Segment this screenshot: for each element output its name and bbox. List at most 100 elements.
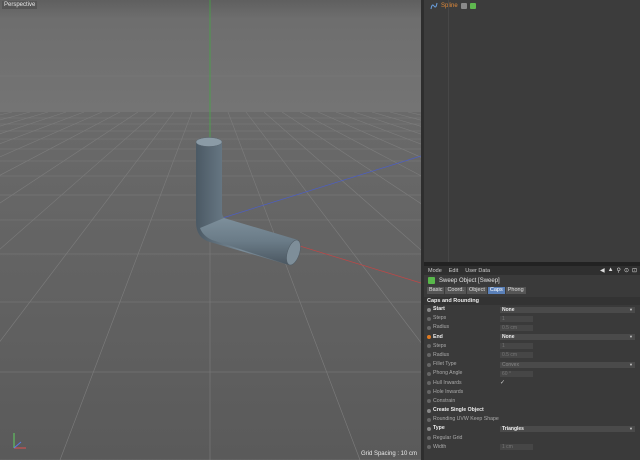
param-row: Steps 1 [424, 314, 640, 323]
tab-caps[interactable]: Caps [487, 287, 505, 294]
param-value: 1 [502, 315, 505, 322]
param-value: Convex [502, 361, 519, 368]
param-label: Regular Grid [433, 434, 463, 441]
param-dropdown[interactable]: None ▼ [500, 306, 635, 313]
param-label: Radius [433, 351, 450, 358]
param-row: Hole Inwards [424, 388, 640, 397]
param-label: Start [433, 306, 445, 312]
param-dropdown[interactable]: Convex ▼ [500, 361, 635, 368]
animate-dot-icon[interactable] [427, 335, 431, 340]
param-row: End None ▼ [424, 333, 640, 342]
section-caps-and-rounding: Caps and Rounding [424, 297, 640, 305]
viewport-scene [0, 0, 421, 460]
param-value: Triangles [502, 425, 524, 432]
param-row: Create Single Object [424, 406, 640, 415]
param-label: Rounding UVW Keep Shape [433, 416, 499, 423]
param-row: Rounding UVW Keep Shape [424, 415, 640, 424]
param-value: 1 cm [502, 444, 513, 451]
param-label: Type [433, 425, 445, 432]
attribute-tools: ◀ ▲ ⚲ ⊙ ⊡ [600, 267, 637, 274]
animate-dot-icon[interactable] [427, 445, 431, 450]
menu-user-data[interactable]: User Data [465, 268, 490, 274]
grid-spacing-readout: Grid Spacing : 10 cm [360, 451, 417, 457]
param-row: Hull Inwards ✓ [424, 379, 640, 388]
animate-dot-icon[interactable] [427, 426, 431, 431]
param-label: Fillet Type [433, 361, 457, 368]
param-value: None [502, 306, 515, 313]
param-label: Steps [433, 342, 447, 349]
search-icon[interactable]: ⚲ [617, 267, 621, 274]
spline-icon [430, 2, 438, 10]
animate-dot-icon[interactable] [427, 436, 431, 441]
param-label: Width [433, 443, 447, 450]
sweep-icon [428, 277, 435, 284]
tab-coord[interactable]: Coord. [445, 287, 466, 294]
animate-dot-icon[interactable] [427, 316, 431, 321]
animate-dot-icon[interactable] [427, 307, 431, 312]
param-row: Start None ▼ [424, 305, 640, 314]
object-manager-column-divider [448, 0, 449, 262]
param-value: 60 ° [502, 370, 511, 377]
chevron-down-icon: ▼ [629, 425, 633, 431]
object-title-row: Sweep Object [Sweep] [424, 275, 640, 286]
param-value: 0.5 cm [502, 352, 518, 359]
param-checkbox[interactable]: ✓ [500, 380, 505, 386]
perspective-viewport[interactable]: Perspective Grid Spacing : 10 cm [0, 0, 421, 460]
param-label: Phong Angle [433, 370, 463, 377]
animate-dot-icon[interactable] [427, 417, 431, 422]
param-label: Steps [433, 315, 447, 322]
axis-gizmo-icon [13, 433, 26, 449]
attribute-menu-bar: Mode Edit User Data ◀ ▲ ⚲ ⊙ ⊡ [424, 266, 640, 275]
param-label: Create Single Object [433, 407, 484, 414]
param-dropdown[interactable]: Triangles ▼ [500, 425, 635, 432]
param-label: Hull Inwards [433, 379, 462, 386]
animate-dot-icon[interactable] [427, 408, 431, 413]
param-dropdown[interactable]: None ▼ [500, 334, 635, 341]
animate-dot-icon[interactable] [427, 344, 431, 349]
param-label: Radius [433, 324, 450, 331]
tab-basic[interactable]: Basic [427, 287, 445, 294]
object-manager[interactable]: Spline [424, 0, 640, 262]
animate-dot-icon[interactable] [427, 371, 431, 376]
menu-mode[interactable]: Mode [428, 268, 442, 274]
animate-dot-icon[interactable] [427, 390, 431, 395]
visibility-tag-icon[interactable] [460, 3, 467, 9]
chevron-down-icon: ▼ [629, 306, 633, 312]
back-arrow-icon[interactable]: ◀ [600, 267, 605, 274]
param-number-field[interactable]: 1 cm [500, 444, 533, 451]
tab-phong[interactable]: Phong [505, 287, 526, 294]
viewport-label[interactable]: Perspective [2, 1, 38, 9]
chevron-down-icon: ▼ [629, 361, 633, 367]
new-panel-icon[interactable]: ⊡ [632, 267, 637, 274]
animate-dot-icon[interactable] [427, 399, 431, 404]
animate-dot-icon[interactable] [427, 381, 431, 385]
param-row: Radius 0.5 cm [424, 351, 640, 360]
object-title: Sweep Object [Sweep] [439, 277, 500, 284]
param-value: None [502, 334, 515, 341]
param-number-field[interactable]: 1 [500, 343, 533, 350]
param-label: Hole Inwards [433, 388, 464, 395]
lock-icon[interactable]: ⊙ [624, 267, 629, 274]
param-value: 0.5 cm [502, 324, 518, 331]
animate-dot-icon[interactable] [427, 325, 431, 330]
up-arrow-icon[interactable]: ▲ [608, 267, 614, 274]
param-number-field[interactable]: 60 ° [500, 370, 533, 377]
param-row: Fillet Type Convex ▼ [424, 360, 640, 369]
animate-dot-icon[interactable] [427, 362, 431, 367]
param-row: Radius 0.5 cm [424, 323, 640, 332]
enabled-check-icon[interactable] [469, 3, 476, 9]
param-number-field[interactable]: 1 [500, 315, 533, 322]
tab-object[interactable]: Object [466, 287, 487, 294]
param-row: Regular Grid [424, 434, 640, 443]
animate-dot-icon[interactable] [427, 353, 431, 358]
param-number-field[interactable]: 0.5 cm [500, 352, 533, 359]
param-row: Steps 1 [424, 342, 640, 351]
parameter-list: Start None ▼ Steps 1 Radius 0.5 cm End None ▼ Step… [424, 305, 640, 452]
menu-edit[interactable]: Edit [449, 268, 458, 274]
attribute-tabs: Basic Coord. Object Caps Phong [424, 286, 640, 295]
param-number-field[interactable]: 0.5 cm [500, 324, 533, 331]
object-name[interactable]: Spline [441, 2, 458, 10]
object-row-spline[interactable]: Spline [430, 2, 476, 10]
cinema4d-window: Perspective Grid Spacing : 10 cm Spline … [0, 0, 640, 460]
param-label: End [433, 333, 443, 340]
